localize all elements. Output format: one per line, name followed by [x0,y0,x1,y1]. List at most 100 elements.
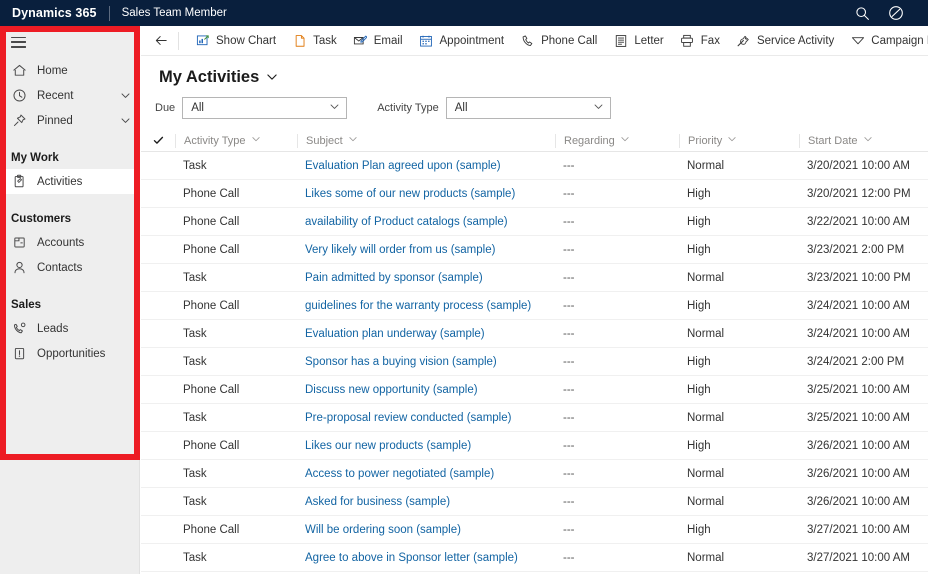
due-filter-select[interactable]: All [182,97,348,119]
cell-activity-type-text: Task [183,159,207,172]
table-row[interactable]: Task Pre-proposal review conducted (sampl… [141,404,928,432]
chevron-down-icon[interactable] [120,115,131,126]
cell-priority-text: High [687,243,711,256]
cell-activity-type: Task [175,496,297,508]
cell-regarding-text: --- [563,243,575,256]
search-icon[interactable] [855,6,870,21]
column-header-priority[interactable]: Priority [679,133,799,148]
command-email[interactable]: Email [345,28,411,54]
table-row[interactable]: Task Access to power negotiated (sample) -… [141,460,928,488]
table-row[interactable]: Phone Call guidelines for the warranty pr… [141,292,928,320]
sidebar-item-label: Accounts [37,236,85,249]
sidebar-item-recent[interactable]: Recent [0,83,139,108]
back-arrow-icon[interactable] [149,29,173,53]
view-selector[interactable]: My Activities [159,68,278,87]
table-row[interactable]: Phone Call Likes some of our new products… [141,180,928,208]
cell-regarding-text: --- [563,187,575,200]
task-icon [292,33,307,48]
chevron-down-icon[interactable] [266,69,278,88]
command-phone-call[interactable]: Phone Call [512,28,605,54]
brand-divider [108,5,110,21]
sidebar-item-home[interactable]: Home [0,58,139,83]
cell-subject-link-text: Evaluation Plan agreed upon (sample) [305,159,501,172]
command-service-activity[interactable]: Service Activity [728,28,842,54]
cell-start-date-text: 3/25/2021 10:00 AM [807,383,910,396]
table-row[interactable]: Task Pain admitted by sponsor (sample) ---… [141,264,928,292]
command-letter[interactable]: Letter [605,28,671,54]
cell-subject-link[interactable]: Will be ordering soon (sample) [297,524,555,536]
table-row[interactable]: Phone Call availability of Product catalo… [141,208,928,236]
sidebar-item-label: Recent [37,89,74,102]
cell-priority: High [679,440,799,452]
sidebar-menu-row [0,26,139,58]
cell-activity-type: Task [175,552,297,564]
cell-subject-link[interactable]: Likes our new products (sample) [297,440,555,452]
table-row[interactable]: Phone Call Will be ordering soon (sample)… [141,516,928,544]
chevron-down-icon [593,101,604,115]
select-all-checkbox[interactable] [151,135,175,146]
cell-regarding: --- [555,328,679,340]
sidebar-item-pinned[interactable]: Pinned [0,108,139,133]
activity-type-filter-value: All [454,102,468,114]
activities-grid: Activity Type Subject Regarding Priority… [141,130,928,572]
cell-subject-link[interactable]: Pre-proposal review conducted (sample) [297,412,555,424]
cell-priority-text: Normal [687,271,725,284]
cell-subject-link[interactable]: Agree to above in Sponsor letter (sample… [297,552,555,564]
command-fax[interactable]: Fax [672,28,728,54]
sidebar-item-contacts[interactable]: Contacts [0,255,139,280]
cell-subject-link[interactable]: Very likely will order from us (sample) [297,244,555,256]
cell-subject-link[interactable]: Likes some of our new products (sample) [297,188,555,200]
cell-regarding-text: --- [563,299,575,312]
cell-subject-link[interactable]: Access to power negotiated (sample) [297,468,555,480]
cell-activity-type: Phone Call [175,188,297,200]
cell-start-date: 3/23/2021 10:00 PM [799,272,928,284]
cell-subject-link[interactable]: guidelines for the warranty process (sam… [297,300,555,312]
cell-subject-link[interactable]: Evaluation plan underway (sample) [297,328,555,340]
assistant-circle-icon[interactable] [888,5,904,21]
table-row[interactable]: Task Evaluation plan underway (sample) ---… [141,320,928,348]
cell-subject-link[interactable]: availability of Product catalogs (sample… [297,216,555,228]
table-row[interactable]: Phone Call Discuss new opportunity (sampl… [141,376,928,404]
cell-regarding: --- [555,412,679,424]
cell-start-date-text: 3/24/2021 10:00 AM [807,327,910,340]
cell-priority-text: High [687,523,711,536]
command-task[interactable]: Task [284,28,345,54]
table-row[interactable]: Task Agree to above in Sponsor letter (sa… [141,544,928,572]
cell-start-date: 3/24/2021 10:00 AM [799,328,928,340]
cell-subject-link-text: availability of Product catalogs (sample… [305,215,508,228]
command-campaign-response[interactable]: Campaign Response [842,28,928,54]
sidebar-item-leads[interactable]: Leads [0,316,139,341]
sidebar-item-activities[interactable]: Activities [0,169,139,194]
column-header-subject[interactable]: Subject [297,133,555,148]
column-header-regarding[interactable]: Regarding [555,133,679,148]
hamburger-menu-icon[interactable] [11,36,26,48]
table-row[interactable]: Phone Call Very likely will order from us… [141,236,928,264]
cell-subject-link[interactable]: Discuss new opportunity (sample) [297,384,555,396]
cell-subject-link-text: Discuss new opportunity (sample) [305,383,478,396]
column-header-activity-type[interactable]: Activity Type [175,133,297,148]
activity-type-filter-select[interactable]: All [445,97,611,119]
cell-subject-link[interactable]: Asked for business (sample) [297,496,555,508]
cell-start-date: 3/26/2021 10:00 AM [799,496,928,508]
cell-subject-link[interactable]: Evaluation Plan agreed upon (sample) [297,160,555,172]
table-row[interactable]: Task Sponsor has a buying vision (sample)… [141,348,928,376]
column-header-start-date[interactable]: Start Date [799,133,928,148]
command-show-chart[interactable]: Show Chart [187,28,284,54]
cell-regarding-text: --- [563,439,575,452]
command-label: Task [313,34,337,47]
cell-regarding: --- [555,384,679,396]
cell-regarding-text: --- [563,523,575,536]
table-row[interactable]: Phone Call Likes our new products (sample… [141,432,928,460]
command-appointment[interactable]: Appointment [411,28,513,54]
sidebar-item-opportunities[interactable]: Opportunities [0,341,139,366]
table-row[interactable]: Task Asked for business (sample) --- Normal… [141,488,928,516]
due-filter-label: Due [155,102,176,114]
cell-activity-type-text: Task [183,467,207,480]
sidebar-item-accounts[interactable]: Accounts [0,230,139,255]
account-icon [11,235,27,251]
chevron-down-icon[interactable] [120,90,131,101]
table-row[interactable]: Task Evaluation Plan agreed upon (sample)… [141,152,928,180]
cell-priority-text: Normal [687,159,725,172]
cell-subject-link[interactable]: Pain admitted by sponsor (sample) [297,272,555,284]
cell-subject-link[interactable]: Sponsor has a buying vision (sample) [297,356,555,368]
